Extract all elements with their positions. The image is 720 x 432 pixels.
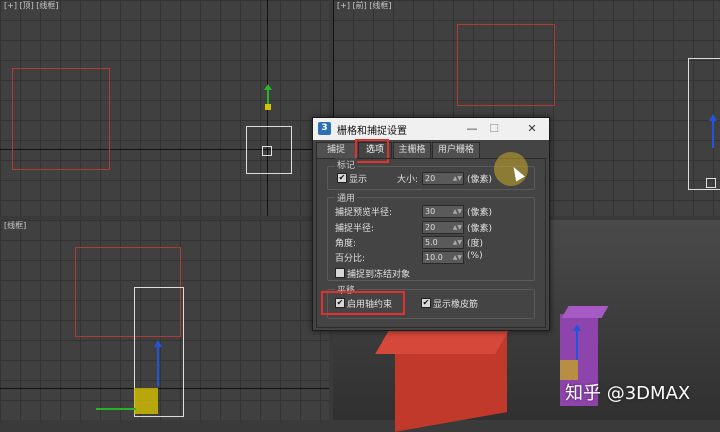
- z-axis-gizmo-icon: [712, 120, 714, 148]
- spinner-arrows-icon[interactable]: ▲▼: [453, 237, 462, 248]
- purple-box-wireframe: [688, 58, 720, 190]
- tab-home-grid[interactable]: 主栅格: [393, 142, 431, 158]
- tab-snaps[interactable]: 捕捉: [316, 142, 356, 158]
- close-button[interactable]: ✕: [521, 120, 543, 138]
- y-axis-gizmo-icon: [96, 408, 136, 410]
- pivot-marker: [262, 146, 272, 156]
- general-group-title: 通用: [335, 191, 358, 204]
- pivot-plane-icon: [134, 388, 158, 414]
- percent-unit: (%): [467, 251, 483, 261]
- spinner-arrows-icon[interactable]: ▲▼: [453, 173, 462, 184]
- snap-radius-spinner[interactable]: 20 ▲▼: [422, 221, 464, 234]
- snap-to-frozen-label: 捕捉到冻结对象: [347, 270, 411, 280]
- percent-spinner[interactable]: 10.0 ▲▼: [422, 251, 464, 264]
- viewport-left[interactable]: [线框]: [0, 220, 329, 420]
- snap-radius-unit: (像素): [467, 224, 493, 234]
- spinner-arrows-icon[interactable]: ▲▼: [453, 222, 462, 233]
- checkmark-icon: ✔: [338, 173, 346, 182]
- red-box-wireframe: [12, 68, 110, 170]
- viewport-label[interactable]: [+] [前] [线框]: [337, 0, 392, 11]
- snap-preview-radius-label: 捕捉预览半径:: [335, 208, 393, 218]
- maximize-button[interactable]: ☐: [483, 120, 505, 138]
- marker-size-value: 20: [425, 174, 436, 183]
- snap-preview-radius-value: 30: [425, 207, 436, 216]
- pivot-marker: [706, 178, 716, 188]
- z-axis-gizmo-icon: [576, 330, 578, 360]
- viewport-label[interactable]: [+] [顶] [线框]: [4, 0, 59, 11]
- grid-snap-settings-dialog: 3 栅格和捕捉设置 — ☐ ✕ 捕捉 选项 主栅格 用户栅格 标记 ✔ 显示 大…: [312, 117, 550, 331]
- axis-constraint-highlight: [321, 291, 405, 315]
- snap-preview-radius-spinner[interactable]: 30 ▲▼: [422, 205, 464, 218]
- checkmark-icon: ✔: [422, 298, 430, 307]
- red-box-wireframe: [457, 24, 555, 106]
- snap-to-frozen-checkbox[interactable]: [335, 268, 345, 278]
- viewport-label[interactable]: [线框]: [4, 220, 26, 231]
- spinner-arrows-icon[interactable]: ▲▼: [453, 206, 462, 217]
- rubber-band-checkbox[interactable]: ✔: [421, 298, 431, 308]
- snap-preview-radius-unit: (像素): [467, 208, 493, 218]
- angle-value: 5.0: [425, 238, 438, 247]
- purple-box-top: [561, 306, 609, 318]
- tab-user-grids[interactable]: 用户栅格: [432, 142, 480, 158]
- pivot-plane-icon: [560, 360, 578, 380]
- snap-radius-value: 20: [425, 223, 436, 232]
- angle-unit: (度): [467, 239, 484, 249]
- z-axis-gizmo-icon: [157, 346, 159, 386]
- percent-label: 百分比:: [335, 254, 366, 264]
- angle-label: 角度:: [335, 239, 357, 249]
- size-label: 大小:: [397, 175, 419, 185]
- dialog-titlebar[interactable]: 3 栅格和捕捉设置 — ☐ ✕: [313, 118, 549, 140]
- viewport-top[interactable]: [+] [顶] [线框]: [0, 0, 329, 216]
- minimize-button[interactable]: —: [461, 120, 483, 138]
- z-axis-arrow-icon: [154, 340, 162, 347]
- gizmo-center-icon: [265, 104, 271, 110]
- marker-size-unit: (像素): [467, 175, 493, 185]
- z-axis-arrow-icon: [573, 324, 581, 331]
- marker-size-spinner[interactable]: 20 ▲▼: [422, 172, 464, 185]
- markers-group-title: 标记: [335, 158, 358, 171]
- rubber-band-label: 显示橡皮筋: [433, 300, 479, 310]
- spinner-arrows-icon[interactable]: ▲▼: [453, 252, 462, 263]
- angle-spinner[interactable]: 5.0 ▲▼: [422, 236, 464, 249]
- percent-value: 10.0: [425, 253, 443, 262]
- z-axis-arrow-icon: [709, 114, 717, 121]
- display-markers-checkbox[interactable]: ✔: [337, 173, 347, 183]
- display-markers-label: 显示: [349, 175, 368, 185]
- snap-radius-label: 捕捉半径:: [335, 224, 375, 234]
- y-axis-arrow-icon: [264, 84, 272, 90]
- app-3dsmax-icon: 3: [318, 122, 331, 135]
- watermark: 知乎 @3DMAX: [565, 383, 691, 404]
- dialog-title: 栅格和捕捉设置: [337, 126, 407, 137]
